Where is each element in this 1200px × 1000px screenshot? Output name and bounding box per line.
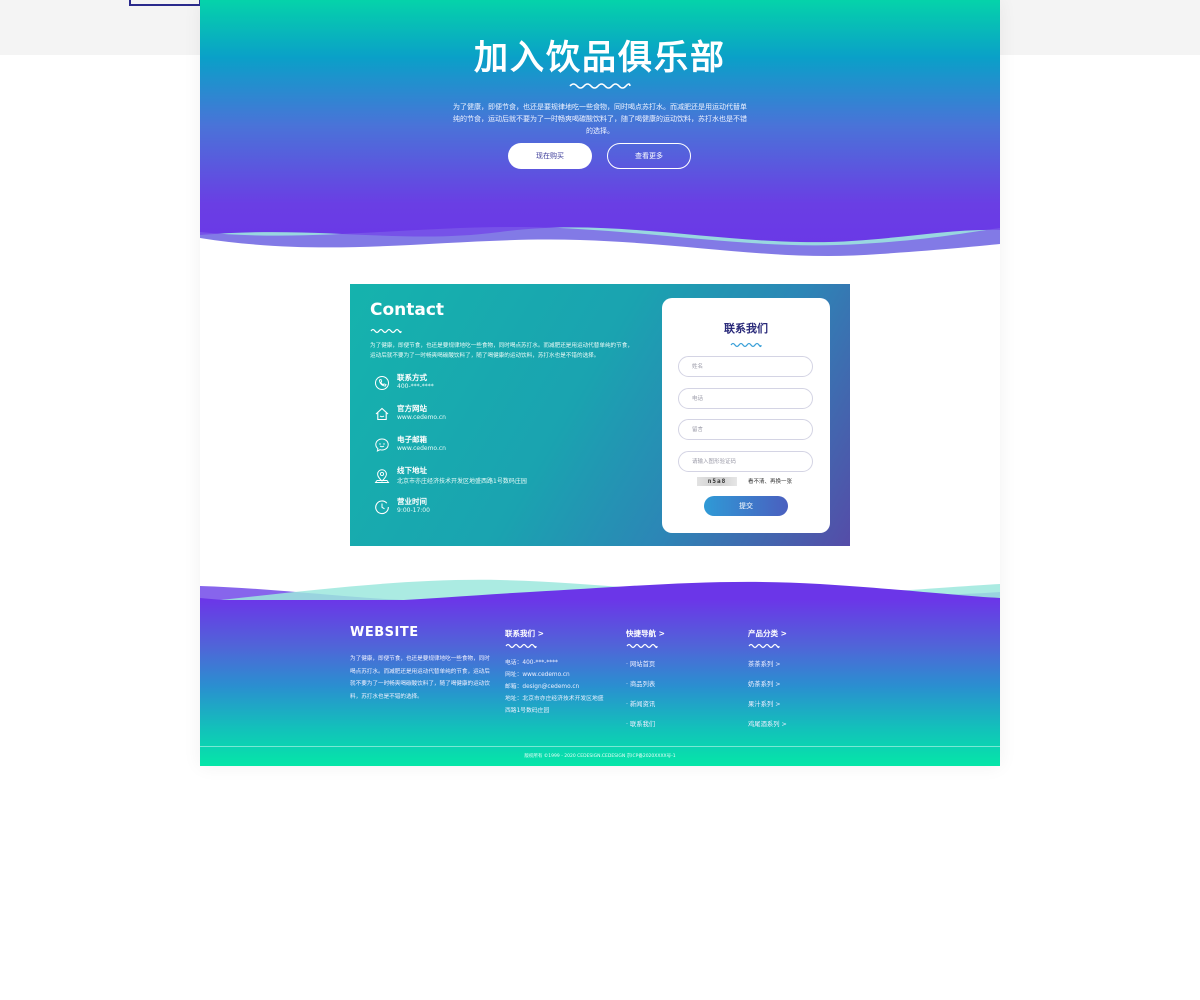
contact-description: 为了健康，即便节食，也还是要规律地吃一些食物，同时喝点苏打水。而减肥还是用运动代…	[370, 343, 633, 359]
captcha-input[interactable]	[678, 451, 813, 472]
contact-item-title: 官方网站	[397, 404, 427, 413]
footer-link-juice[interactable]: 果汁系列 >	[748, 699, 780, 708]
contact-item-email: 电子邮箱 www.cedemo.cn	[374, 434, 634, 458]
footer: WEBSITE 为了健康，即便节食，也还是要规律地吃一些食物，同时喝点苏打水。而…	[200, 600, 1000, 766]
contact-item-value: www.cedemo.cn	[397, 445, 446, 452]
footer-contact-address-line2: 西路1号数码庄园	[505, 708, 550, 714]
squiggle-divider-icon	[626, 643, 658, 649]
captcha-refresh-link[interactable]: 看不清、再换一张	[748, 477, 792, 485]
contact-item-value: 北京市亦庄经济技术开发区地盛西路1号数码庄园	[397, 478, 527, 485]
clock-icon	[375, 500, 389, 515]
hero-description: 为了健康，即便节食，也还是要规律地吃一些食物，同时喝点苏打水。而减肥还是用运动代…	[453, 103, 747, 135]
footer-contact-title[interactable]: 联系我们 >	[505, 628, 544, 639]
captcha-image[interactable]: n5a8	[697, 477, 737, 486]
contact-item-title: 联系方式	[397, 373, 427, 382]
contact-section: Contact 为了健康，即便节食，也还是要规律地吃一些食物，同时喝点苏打水。而…	[350, 284, 850, 546]
footer-link-products[interactable]: · 商品列表	[626, 679, 655, 688]
hero-section: 加入饮品俱乐部 为了健康，即便节食，也还是要规律地吃一些食物，同时喝点苏打水。而…	[200, 0, 1000, 270]
squiggle-divider-icon	[569, 83, 631, 89]
footer-link-contact[interactable]: · 联系我们	[626, 719, 655, 728]
footer-products-title[interactable]: 产品分类 >	[748, 628, 787, 639]
name-input[interactable]	[678, 356, 813, 377]
top-decoration	[129, 0, 201, 6]
copyright-text: 版权所有 ©1999 - 2020 CEDESIGN.CEDESIGN 京ICP…	[524, 754, 676, 759]
squiggle-divider-icon	[748, 643, 780, 649]
contact-item-value: 400-***-****	[397, 383, 434, 390]
footer-link-cocktail[interactable]: 鸡尾酒系列 >	[748, 719, 787, 728]
contact-item-title: 电子邮箱	[397, 435, 427, 444]
phone-input[interactable]	[678, 388, 813, 409]
contact-item-title: 营业时间	[397, 497, 427, 506]
contact-item-value: www.cedemo.cn	[397, 414, 446, 421]
footer-brand: WEBSITE	[350, 625, 419, 640]
contact-item-address: 线下地址 北京市亦庄经济技术开发区地盛西路1号数码庄园	[374, 465, 634, 489]
home-icon	[375, 407, 389, 421]
footer-brand-description: 为了健康，即便节食，也还是要规律地吃一些食物，同时喝点苏打水。而减肥还是用运动代…	[350, 656, 490, 700]
footer-contact-website: 网址：www.cedemo.cn	[505, 672, 570, 678]
contact-title: Contact	[370, 300, 445, 320]
buy-now-button[interactable]: 现在购买	[508, 143, 592, 169]
footer-nav-title[interactable]: 快捷导航 >	[626, 628, 665, 639]
footer-link-milk-tea[interactable]: 奶茶系列 >	[748, 679, 780, 688]
location-icon	[374, 469, 390, 483]
footer-link-news[interactable]: · 新闻资讯	[626, 699, 655, 708]
contact-item-value: 9:00-17:00	[397, 507, 430, 514]
squiggle-divider-icon	[505, 643, 537, 649]
contact-item-phone: 联系方式 400-***-****	[374, 372, 634, 396]
view-more-button[interactable]: 查看更多	[607, 143, 691, 169]
hero-title: 加入饮品俱乐部	[474, 38, 726, 78]
hero-wave-decoration	[200, 226, 1000, 270]
page-container: 加入饮品俱乐部 为了健康，即便节食，也还是要规律地吃一些食物，同时喝点苏打水。而…	[200, 0, 1000, 766]
phone-icon	[375, 376, 389, 390]
contact-item-website: 官方网站 www.cedemo.cn	[374, 403, 634, 427]
contact-form-card: 联系我们 n5a8 看不清、再换一张 提交	[662, 298, 830, 533]
contact-item-hours: 营业时间 9:00-17:00	[374, 496, 634, 520]
footer-contact-email: 邮箱：design@cedemo.cn	[505, 684, 580, 690]
squiggle-divider-icon	[730, 342, 762, 348]
chat-icon	[375, 438, 389, 452]
footer-link-home[interactable]: · 网站首页	[626, 659, 655, 668]
footer-contact-phone: 电话：400-***-****	[505, 660, 558, 666]
form-title: 联系我们	[724, 322, 768, 335]
footer-contact-address: 地址：北京市亦庄经济技术开发区地盛	[505, 696, 604, 702]
footer-divider	[200, 746, 1000, 747]
footer-link-tea[interactable]: 茶茶系列 >	[748, 659, 780, 668]
message-input[interactable]	[678, 419, 813, 440]
submit-button[interactable]: 提交	[704, 496, 788, 516]
contact-item-title: 线下地址	[397, 466, 427, 475]
squiggle-divider-icon	[370, 328, 402, 334]
